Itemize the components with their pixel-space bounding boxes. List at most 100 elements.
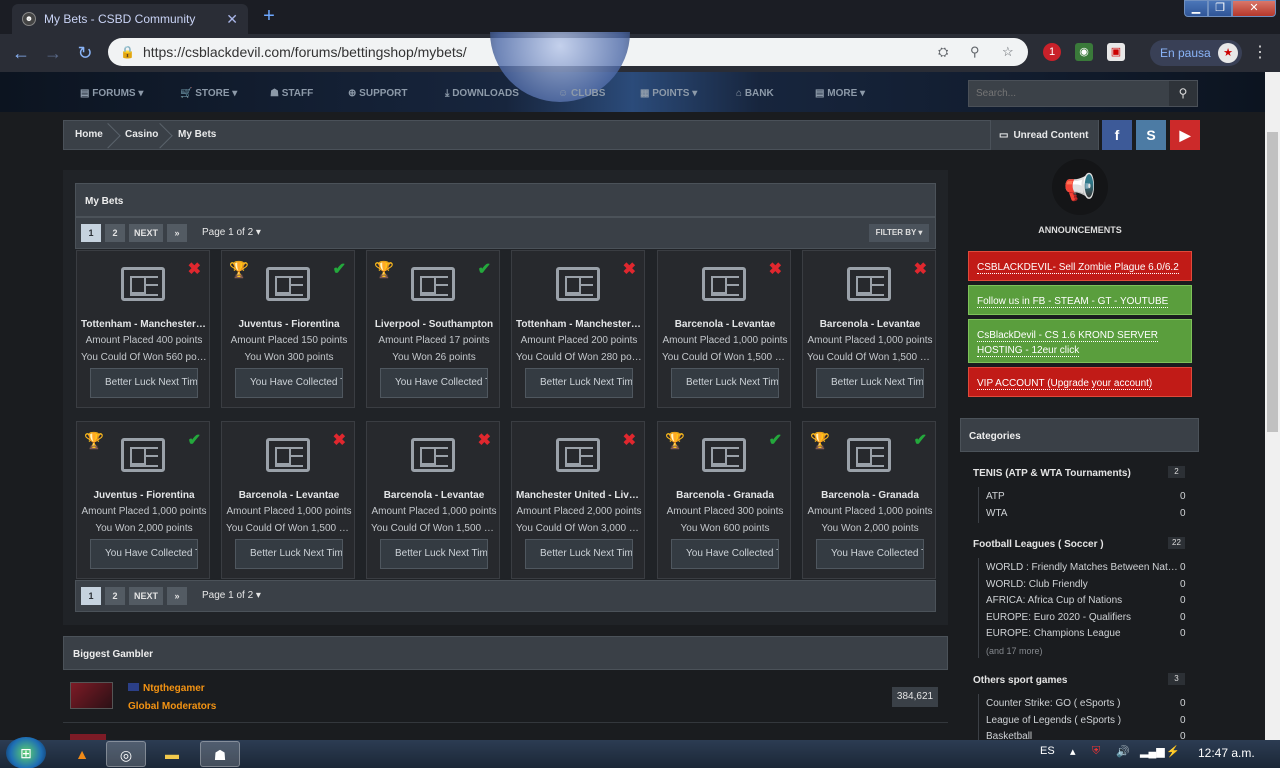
subcategory-item[interactable]: WORLD : Friendly Matches Between Nationa…: [986, 562, 1178, 573]
announcement-item[interactable]: CsBlackDevil - CS 1.6 KROND SERVER HOSTI…: [968, 319, 1192, 363]
browser-menu-icon[interactable]: ⋮: [1252, 42, 1268, 62]
subcategory-count: 0: [1180, 698, 1186, 709]
translate-icon[interactable]: ⛭: [938, 44, 948, 60]
page-1-button[interactable]: 1: [81, 587, 101, 605]
next-page-button[interactable]: NEXT: [129, 587, 163, 605]
nav-downloads[interactable]: ⤓ DOWNLOADS: [445, 88, 519, 99]
page-2-button[interactable]: 2: [105, 587, 125, 605]
subcategory-wta[interactable]: WTA: [986, 508, 1178, 519]
extension-globe-icon[interactable]: ◉: [1075, 43, 1093, 61]
search-icon[interactable]: ⚲: [1169, 81, 1197, 106]
window-maximize-button[interactable]: ❐: [1208, 0, 1232, 17]
more-categories-link[interactable]: (and 17 more): [986, 646, 1043, 656]
bet-card: ✖ Barcenola - Levantae Amount Placed 1,000…: [366, 421, 500, 579]
folder-icon[interactable]: ▬: [152, 741, 192, 767]
subcategory-item[interactable]: EUROPE: Euro 2020 - Qualifiers: [986, 612, 1178, 623]
app-icon[interactable]: ☗: [200, 741, 240, 767]
last-page-button[interactable]: »: [167, 224, 187, 242]
language-indicator[interactable]: ES: [1040, 745, 1055, 757]
bet-status-button[interactable]: Better Luck Next Time: [235, 539, 343, 569]
vlc-icon[interactable]: ▲: [62, 741, 102, 767]
clock[interactable]: 12:47 a.m.: [1198, 746, 1255, 760]
category-others[interactable]: Others sport games: [973, 675, 1067, 686]
browser-tab[interactable]: ☻ My Bets - CSBD Community ✕: [12, 4, 248, 34]
new-tab-button[interactable]: +: [258, 6, 280, 28]
page-label[interactable]: Page 1 of 2 ▾: [202, 227, 261, 238]
bet-status-button[interactable]: You Have Collected This Bet: [235, 368, 343, 398]
bet-title: Juventus - Fiorentina: [238, 319, 340, 330]
tab-close-icon[interactable]: ✕: [226, 11, 238, 28]
network-icon[interactable]: ▂▄▆: [1140, 745, 1165, 758]
subcategory-item[interactable]: Basketball: [986, 731, 1178, 740]
nav-clubs[interactable]: ☺ CLUBS: [558, 88, 605, 99]
nav-forums[interactable]: ▤ FORUMS ▾: [80, 88, 143, 99]
filter-by-button[interactable]: FILTER BY ▾: [869, 224, 929, 242]
subcategory-item[interactable]: WORLD: Club Friendly: [986, 579, 1178, 590]
window-minimize-button[interactable]: ▁: [1184, 0, 1208, 17]
subcategory-item[interactable]: League of Legends ( eSports ): [986, 715, 1178, 726]
tab-title: My Bets - CSBD Community: [44, 12, 196, 26]
back-arrow-icon[interactable]: ←: [10, 42, 32, 64]
bet-status-button[interactable]: You Have Collected This Bet: [380, 368, 488, 398]
page-2-button[interactable]: 2: [105, 224, 125, 242]
subcategory-atp[interactable]: ATP: [986, 491, 1178, 502]
profile-pause-button[interactable]: En pausa ★: [1150, 40, 1242, 66]
reload-icon[interactable]: ↻: [74, 42, 96, 64]
forward-arrow-icon[interactable]: →: [42, 42, 64, 64]
bet-status-button[interactable]: You Have Collected This Bet: [816, 539, 924, 569]
next-page-button[interactable]: NEXT: [129, 224, 163, 242]
nav-support[interactable]: ⊕ SUPPORT: [348, 88, 408, 99]
window-close-button[interactable]: ✕: [1232, 0, 1276, 17]
facebook-icon[interactable]: f: [1102, 120, 1132, 150]
announcement-item[interactable]: CSBLACKDEVIL- Sell Zombie Plague 6.0/6.2: [968, 251, 1192, 281]
nav-staff[interactable]: ☗ STAFF: [270, 88, 313, 99]
extension-calendar-icon[interactable]: ▣: [1107, 43, 1125, 61]
bet-status-button[interactable]: Better Luck Next Time: [525, 539, 633, 569]
power-icon[interactable]: ⚡: [1166, 745, 1180, 758]
bet-title: Juventus - Fiorentina: [93, 490, 195, 501]
browser-toolbar: ← → ↻ 🔒 https://csblackdevil.com/forums/…: [0, 34, 1280, 72]
announcement-item[interactable]: Follow us in FB - STEAM - GT - YOUTUBE: [968, 285, 1192, 315]
unread-content-button[interactable]: ▭ Unread Content: [990, 120, 1098, 150]
bet-status-button[interactable]: You Have Collected This Bet: [90, 539, 198, 569]
cross-icon: ✖: [768, 261, 782, 278]
tray-arrow-icon[interactable]: ▴: [1070, 745, 1076, 758]
last-page-button[interactable]: »: [167, 587, 187, 605]
gambler-name[interactable]: Ntgthegamer: [143, 683, 205, 694]
page-label[interactable]: Page 1 of 2 ▾: [202, 590, 261, 601]
nav-more[interactable]: ▤ MORE ▾: [815, 88, 865, 99]
bet-status-button[interactable]: Better Luck Next Time: [525, 368, 633, 398]
bet-status-button[interactable]: You Have Collected This Bet: [671, 539, 779, 569]
youtube-icon[interactable]: ▶: [1170, 120, 1200, 150]
cross-icon: ✖: [913, 261, 927, 278]
avatar[interactable]: [70, 682, 113, 709]
nav-points[interactable]: ▦ POINTS ▾: [640, 88, 697, 99]
subcategory-item[interactable]: AFRICA: Africa Cup of Nations: [986, 595, 1178, 606]
page-1-button[interactable]: 1: [81, 224, 101, 242]
subcategory-item[interactable]: EUROPE: Champions League: [986, 628, 1178, 639]
bet-status-button[interactable]: Better Luck Next Time: [90, 368, 198, 398]
bet-status-button[interactable]: Better Luck Next Time: [380, 539, 488, 569]
breadcrumb-my-bets[interactable]: My Bets: [178, 129, 216, 140]
bet-status-button[interactable]: Better Luck Next Time: [816, 368, 924, 398]
volume-icon[interactable]: 🔊: [1116, 745, 1130, 758]
bet-amount: Amount Placed 1,000 points: [807, 335, 933, 346]
category-football[interactable]: Football Leagues ( Soccer ): [973, 539, 1104, 550]
chrome-icon[interactable]: ◎: [106, 741, 146, 767]
url-text[interactable]: https://csblackdevil.com/forums/bettings…: [143, 44, 467, 60]
tray-shield-icon[interactable]: ⛨: [1092, 745, 1100, 758]
nav-bank[interactable]: ⌂ BANK: [736, 88, 774, 99]
subcategory-item[interactable]: Counter Strike: GO ( eSports ): [986, 698, 1178, 709]
bet-amount: Amount Placed 400 points: [85, 335, 203, 346]
extension-badge-icon[interactable]: 1: [1043, 43, 1061, 61]
bookmark-star-icon[interactable]: ☆: [1002, 44, 1014, 60]
steam-icon[interactable]: S: [1136, 120, 1166, 150]
announcement-item[interactable]: VIP ACCOUNT (Upgrade your account): [968, 367, 1192, 397]
category-tenis[interactable]: TENIS (ATP & WTA Tournaments): [973, 468, 1131, 479]
zoom-icon[interactable]: ⚲: [970, 44, 980, 60]
search-input[interactable]: [969, 81, 1169, 106]
scrollbar-thumb[interactable]: [1267, 132, 1278, 432]
nav-store[interactable]: 🛒 STORE ▾: [180, 88, 237, 99]
bet-status-button[interactable]: Better Luck Next Time: [671, 368, 779, 398]
start-button[interactable]: ⊞: [6, 737, 46, 768]
